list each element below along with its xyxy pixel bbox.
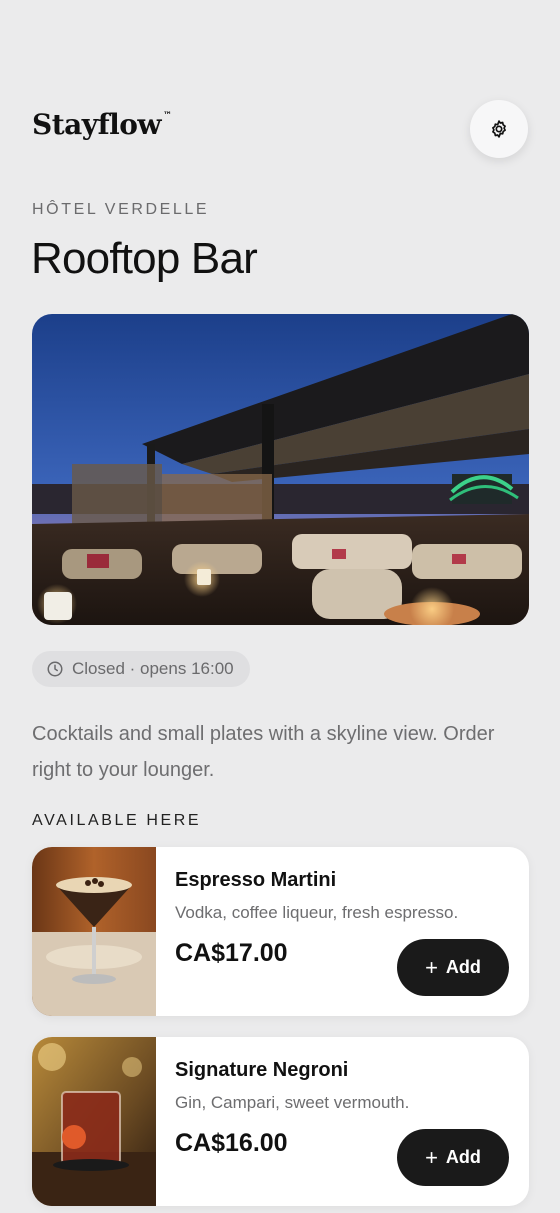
brand-logo: Stayflow ™: [32, 108, 172, 141]
clock-icon: [47, 661, 63, 677]
status-text: Closed · opens 16:00: [72, 659, 234, 678]
header: Stayflow ™: [32, 100, 528, 158]
item-price: CA$16.00: [175, 1129, 288, 1157]
hotel-name: HÔTEL VERDELLE: [32, 201, 210, 218]
espresso-martini-image: [32, 847, 156, 1016]
item-description: Gin, Campari, sweet vermouth.: [175, 1093, 410, 1112]
item-name: Signature Negroni: [175, 1059, 349, 1081]
hero-image: [32, 314, 529, 625]
settings-button[interactable]: [470, 100, 528, 158]
add-label: Add: [445, 1147, 481, 1167]
item-price: CA$17.00: [175, 939, 288, 967]
gear-icon: [492, 120, 506, 138]
venue-description: Cocktails and small plates with a skylin…: [32, 723, 495, 781]
add-label: Add: [445, 957, 481, 977]
brand-name: Stayflow: [32, 108, 162, 141]
trademark: ™: [163, 110, 172, 121]
menu-item-card[interactable]: Signature Negroni Gin, Campari, sweet ve…: [32, 1037, 529, 1206]
add-button[interactable]: + Add: [397, 1129, 509, 1186]
section-label: AVAILABLE HERE: [32, 812, 202, 829]
plus-icon: +: [425, 1144, 438, 1170]
page-title: Rooftop Bar: [31, 234, 258, 283]
item-description: Vodka, coffee liqueur, fresh espresso.: [175, 903, 459, 922]
item-name: Espresso Martini: [175, 869, 337, 891]
add-button[interactable]: + Add: [397, 939, 509, 996]
menu-item-card[interactable]: Espresso Martini Vodka, coffee liqueur, …: [32, 847, 529, 1016]
negroni-image: [32, 1037, 156, 1206]
status-badge: Closed · opens 16:00: [32, 651, 250, 687]
plus-icon: +: [425, 954, 438, 980]
